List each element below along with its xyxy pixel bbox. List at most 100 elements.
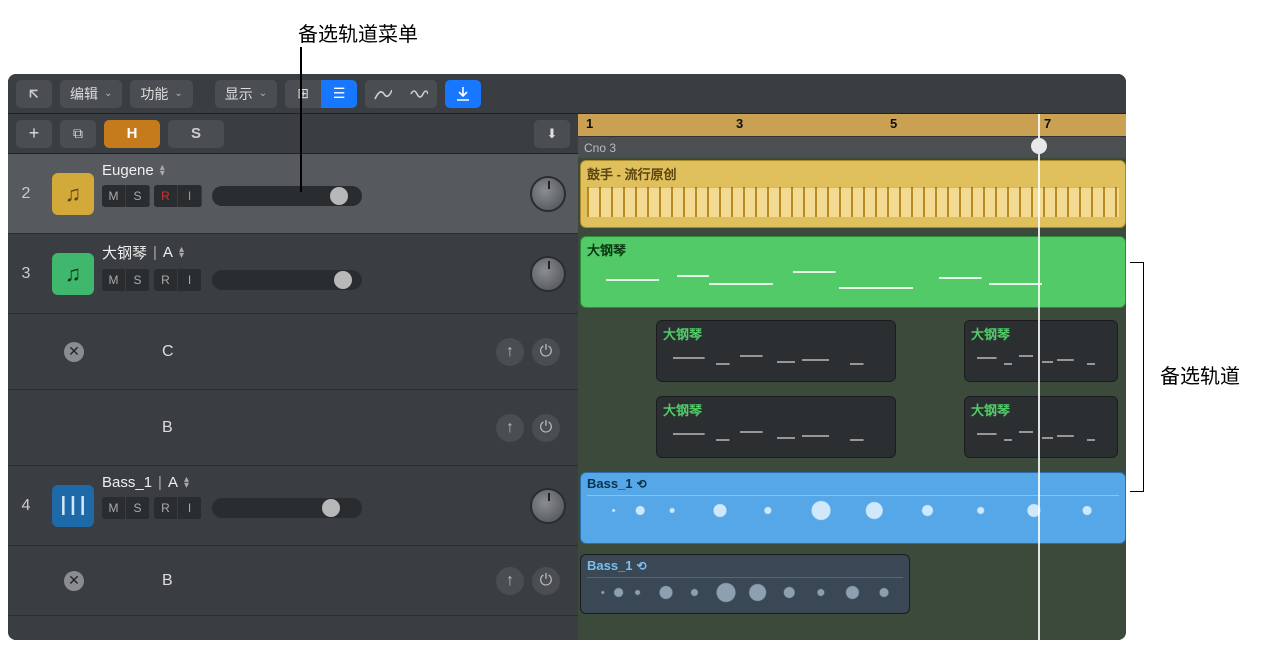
track-row[interactable]: 2 ♫ Eugene ▴▾ M S R	[8, 154, 578, 234]
volume-slider[interactable]	[212, 498, 362, 518]
arrow-up-icon: ↑	[506, 419, 514, 437]
record-enable-button[interactable]: R	[154, 497, 178, 519]
promote-take-button[interactable]: ↑	[496, 567, 524, 595]
drummer-track-icon: ♫	[52, 173, 94, 215]
volume-slider[interactable]	[212, 186, 362, 206]
promote-take-button[interactable]: ↑	[496, 414, 524, 442]
alternative-track-row[interactable]: B ↑ ⏻	[8, 390, 578, 466]
track-row[interactable]: 4 ┃┃┃ Bass_1 | A ▴▾ M S	[8, 466, 578, 546]
region-title: 大钢琴	[971, 324, 1111, 343]
edit-label: 编辑	[70, 84, 98, 104]
waveform-preview	[587, 577, 903, 607]
midi-preview	[663, 423, 889, 451]
add-track-button[interactable]: +	[16, 120, 52, 148]
arrow-up-icon: ↑	[506, 572, 514, 590]
power-take-button[interactable]: ⏻	[532, 414, 560, 442]
content-area: + ⧉ H S ⬇ 2 ♫ Eugene	[8, 114, 1126, 640]
close-icon: ✕	[68, 343, 80, 360]
arrangement-marker[interactable]: Cno 3	[584, 141, 616, 155]
pan-knob[interactable]	[530, 176, 566, 212]
automation-segment	[365, 80, 437, 108]
audio-region[interactable]: Bass_1 ⟲	[580, 472, 1126, 544]
bar-marker: 1	[586, 116, 593, 131]
view-label: 显示	[225, 84, 253, 104]
grid-view-button[interactable]: ⊞	[285, 80, 321, 108]
snap-icon	[455, 86, 471, 102]
loop-icon: ⟲	[637, 477, 647, 491]
power-take-button[interactable]: ⏻	[532, 338, 560, 366]
input-monitor-button[interactable]: I	[178, 269, 202, 291]
alt-take-label: B	[104, 419, 496, 437]
ruler-bar-numbers: 1 3 5 7	[578, 114, 1126, 136]
pan-knob[interactable]	[530, 256, 566, 292]
input-monitor-button[interactable]: I	[178, 497, 202, 519]
close-alt-button[interactable]: ✕	[64, 571, 84, 591]
drummer-region[interactable]: 鼓手 - 流行原创	[580, 160, 1126, 228]
chevron-down-icon: ⌄	[174, 88, 182, 99]
flex-button[interactable]	[401, 80, 437, 108]
midi-region[interactable]: 大钢琴	[656, 396, 896, 458]
functions-menu[interactable]: 功能⌄	[130, 80, 192, 108]
duplicate-icon: ⧉	[73, 125, 83, 142]
download-icon: ⬇	[547, 126, 558, 142]
record-enable-button[interactable]: R	[154, 269, 178, 291]
snap-button[interactable]	[445, 80, 481, 108]
list-view-button[interactable]: ☰	[321, 80, 357, 108]
main-toolbar: 编辑⌄ 功能⌄ 显示⌄ ⊞ ☰	[8, 74, 1126, 114]
midi-preview	[971, 423, 1111, 451]
view-mode-segment: ⊞ ☰	[285, 80, 357, 108]
take-menu-indicator[interactable]: ▴▾	[160, 165, 165, 177]
record-enable-button[interactable]: R	[154, 185, 178, 207]
playhead[interactable]	[1038, 114, 1040, 640]
edit-menu[interactable]: 编辑⌄	[60, 80, 122, 108]
music-note-icon: ♫	[65, 261, 82, 287]
back-button[interactable]	[16, 80, 52, 108]
region-title: Bass_1	[587, 558, 633, 573]
hide-button[interactable]: H	[104, 120, 160, 148]
close-alt-button[interactable]: ✕	[64, 342, 84, 362]
alternative-track-row[interactable]: ✕ C ↑ ⏻	[8, 314, 578, 390]
duplicate-track-button[interactable]: ⧉	[60, 120, 96, 148]
playhead-handle[interactable]	[1031, 138, 1047, 154]
volume-slider[interactable]	[212, 270, 362, 290]
waveform-icon: ┃┃┃	[59, 496, 88, 516]
track-number: 4	[8, 466, 44, 545]
app-window: 编辑⌄ 功能⌄ 显示⌄ ⊞ ☰	[8, 74, 1126, 640]
track-row[interactable]: 3 ♫ 大钢琴 | A ▴▾ M S	[8, 234, 578, 314]
track-name: 大钢琴	[102, 242, 147, 263]
loop-icon: ⟲	[637, 559, 647, 573]
import-button[interactable]: ⬇	[534, 120, 570, 148]
take-menu-indicator[interactable]: ▴▾	[179, 247, 184, 259]
power-icon: ⏻	[540, 572, 553, 590]
midi-region[interactable]: 大钢琴	[656, 320, 896, 382]
power-take-button[interactable]: ⏻	[532, 567, 560, 595]
annotation-label: 备选轨道菜单	[298, 18, 418, 47]
solo-button[interactable]: S	[168, 120, 224, 148]
promote-take-button[interactable]: ↑	[496, 338, 524, 366]
music-note-icon: ♫	[65, 181, 82, 207]
view-menu[interactable]: 显示 ⌄	[215, 80, 277, 108]
audio-region[interactable]: Bass_1 ⟲	[580, 554, 910, 614]
timeline[interactable]: 1 3 5 7 Cno 3 鼓手 - 流行原创 大钢琴	[578, 114, 1126, 640]
plus-icon: +	[29, 123, 40, 144]
solo-track-button[interactable]: S	[126, 185, 150, 207]
power-icon: ⏻	[540, 343, 553, 361]
midi-preview	[663, 347, 889, 375]
track-list-toolbar: + ⧉ H S ⬇	[8, 114, 578, 154]
input-monitor-button[interactable]: I	[178, 185, 202, 207]
midi-region[interactable]: 大钢琴	[964, 320, 1118, 382]
mute-button[interactable]: M	[102, 497, 126, 519]
chevron-down-icon: ⌄	[259, 88, 267, 99]
take-menu-indicator[interactable]: ▴▾	[184, 477, 189, 489]
automation-curve-button[interactable]	[365, 80, 401, 108]
midi-region[interactable]: 大钢琴	[580, 236, 1126, 308]
wave-icon	[410, 87, 428, 101]
midi-region[interactable]: 大钢琴	[964, 396, 1118, 458]
mute-button[interactable]: M	[102, 269, 126, 291]
track-list: + ⧉ H S ⬇ 2 ♫ Eugene	[8, 114, 578, 640]
solo-track-button[interactable]: S	[126, 269, 150, 291]
pan-knob[interactable]	[530, 488, 566, 524]
mute-button[interactable]: M	[102, 185, 126, 207]
solo-track-button[interactable]: S	[126, 497, 150, 519]
alternative-track-row[interactable]: ✕ B ↑ ⏻	[8, 546, 578, 616]
